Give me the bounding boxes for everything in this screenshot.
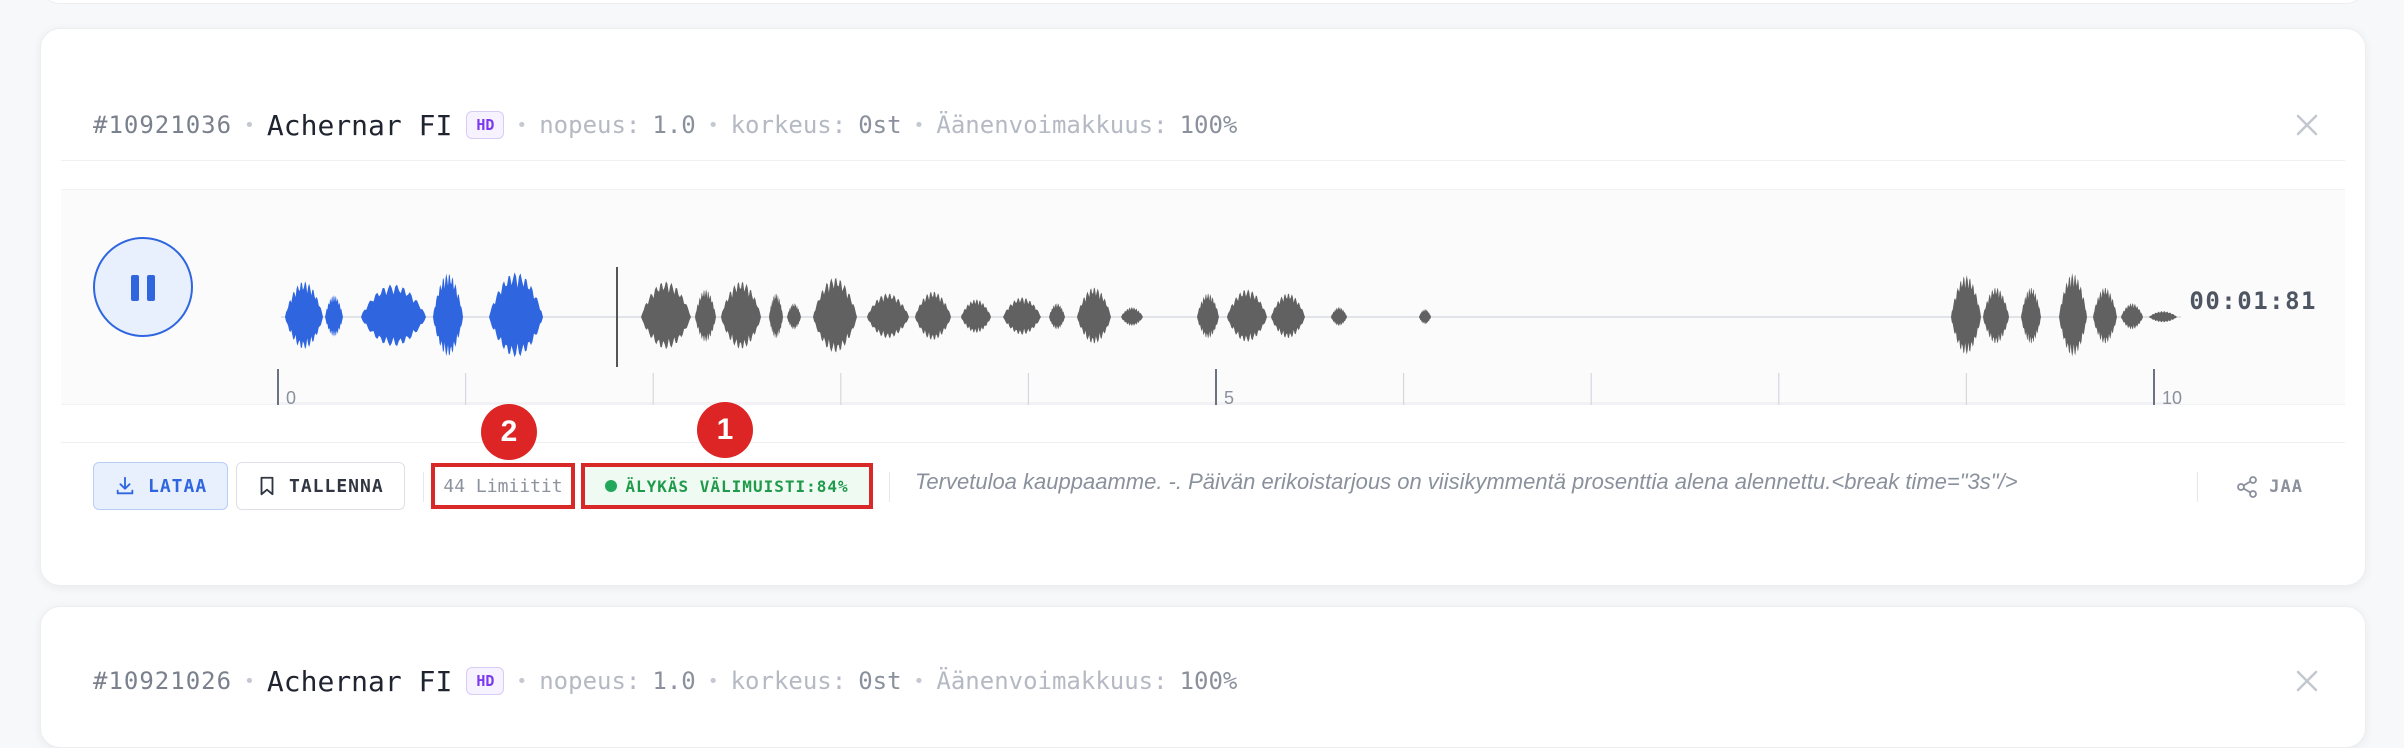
waveform-segment <box>1419 309 1431 325</box>
download-icon <box>116 476 134 495</box>
entry-header: #10921026 • Achernar FI HD • nopeus: 1.0… <box>93 661 1237 701</box>
previous-card-edge <box>40 0 2366 4</box>
separator-dot: • <box>913 670 925 692</box>
entry-id: #10921026 <box>93 667 233 695</box>
voice-name: Achernar FI <box>266 108 453 142</box>
volume-value: 100% <box>1179 667 1238 695</box>
waveform-segment <box>1049 303 1065 330</box>
axis-tick-label: 0 <box>286 388 296 408</box>
waveform-segment <box>2121 303 2143 330</box>
waveform-segment <box>641 281 691 350</box>
axis-tick-label: 5 <box>1224 388 1234 408</box>
pitch-label: korkeus: <box>730 667 847 695</box>
entry-id: #10921036 <box>93 111 233 139</box>
waveform-segment <box>961 299 991 334</box>
tts-input-text: Tervetuloa kauppaamme. -. Päivän erikois… <box>915 469 2018 494</box>
waveform-segment <box>1077 287 1111 344</box>
waveform-segment <box>489 272 543 358</box>
share-icon <box>2237 476 2258 498</box>
speed-label: nopeus: <box>539 667 641 695</box>
separator-dot: • <box>707 670 719 692</box>
waveform-segment <box>325 295 343 337</box>
waveform-segment <box>1983 287 2009 344</box>
hd-badge: HD <box>466 111 505 139</box>
speed-value: 1.0 <box>652 111 696 139</box>
tts-entry-card: #10921026 • Achernar FI HD • nopeus: 1.0… <box>40 606 2366 748</box>
waveform-segment <box>1331 307 1347 326</box>
bookmark-icon <box>260 476 274 496</box>
waveform-segment <box>915 291 951 340</box>
waveform-segment <box>813 277 857 353</box>
toolbar-separator <box>2197 472 2198 502</box>
save-button[interactable]: TALLENNA <box>236 462 405 510</box>
header-divider <box>61 160 2345 161</box>
status-dot-icon <box>605 480 618 492</box>
waveform-segment <box>1227 289 1267 343</box>
volume-label: Äänenvoimakkuus: <box>936 667 1168 695</box>
separator-dot: • <box>244 670 255 692</box>
save-label: TALLENNA <box>289 475 384 497</box>
waveform-segment <box>2093 287 2117 344</box>
waveform-segment <box>361 284 426 347</box>
smart-cache-badge: ÄLYKÄS VÄLIMUISTI:84% <box>581 463 873 509</box>
toolbar-divider <box>61 442 2345 443</box>
waveform-segment <box>867 293 909 339</box>
waveform-segment <box>1271 293 1305 338</box>
tts-entry-card: #10921036 • Achernar FI HD • nopeus: 1.0… <box>40 28 2366 586</box>
separator-dot: • <box>707 114 719 136</box>
waveform-segment <box>2149 311 2177 323</box>
pitch-value: 0st <box>858 111 902 139</box>
smart-cache-label: ÄLYKÄS VÄLIMUISTI:84% <box>625 476 849 496</box>
waveform-segment <box>1003 297 1041 335</box>
waveform-segment <box>2059 273 2087 357</box>
pitch-value: 0st <box>858 667 902 695</box>
waveform-segment <box>769 293 783 339</box>
waveform[interactable]: 0 5 10 <box>221 229 2211 419</box>
separator-dot: • <box>913 114 925 136</box>
share-button[interactable]: JAA <box>2235 475 2303 499</box>
time-display: 00:01:81 <box>2189 287 2317 315</box>
download-label: LATAA <box>148 475 208 497</box>
axis-tick-label: 10 <box>2162 388 2182 408</box>
pause-icon-bar <box>147 275 155 301</box>
separator-dot: • <box>244 114 255 136</box>
pause-icon <box>131 275 139 301</box>
volume-label: Äänenvoimakkuus: <box>936 111 1168 139</box>
share-label: JAA <box>2269 477 2303 497</box>
toolbar-separator <box>889 472 890 502</box>
waveform-segment <box>787 303 801 330</box>
waveform-segment <box>1951 275 1981 355</box>
pause-button[interactable] <box>93 237 193 337</box>
annotation-marker-2: 2 <box>481 404 537 460</box>
hd-badge: HD <box>466 667 505 695</box>
credits-counter: 44 Limiitit <box>431 463 575 509</box>
entry-header: #10921036 • Achernar FI HD • nopeus: 1.0… <box>93 105 1237 145</box>
waveform-segment <box>433 273 463 357</box>
pitch-label: korkeus: <box>730 111 847 139</box>
speed-value: 1.0 <box>652 667 696 695</box>
waveform-segment <box>285 281 323 350</box>
voice-name: Achernar FI <box>266 664 453 698</box>
waveform-segment <box>1197 293 1219 339</box>
close-icon[interactable] <box>2289 663 2325 699</box>
download-button[interactable]: LATAA <box>93 462 229 510</box>
waveform-segment <box>721 281 761 349</box>
separator-dot: • <box>516 114 528 136</box>
close-icon[interactable] <box>2289 107 2325 143</box>
waveform-segment <box>1121 307 1143 326</box>
speed-label: nopeus: <box>539 111 641 139</box>
waveform-segment <box>695 289 716 343</box>
volume-value: 100% <box>1179 111 1238 139</box>
separator-dot: • <box>516 670 528 692</box>
annotation-marker-1: 1 <box>697 402 753 458</box>
toolbar-separator <box>423 472 424 502</box>
waveform-segment <box>2021 287 2041 344</box>
